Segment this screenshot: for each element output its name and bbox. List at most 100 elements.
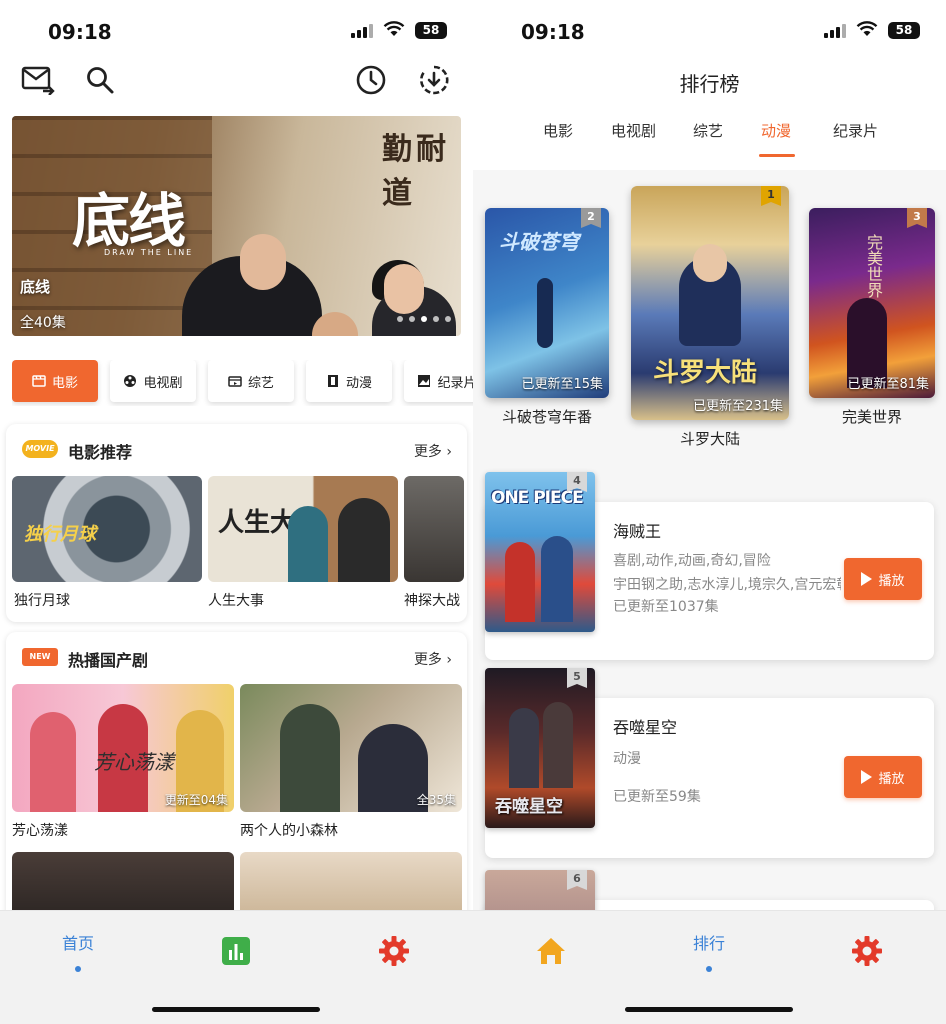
tab-home[interactable]: 首页 bbox=[18, 911, 138, 991]
drama-poster[interactable]: 全35集 bbox=[240, 684, 462, 812]
tab-label: 排行 bbox=[692, 934, 725, 953]
podium-title: 斗破苍穹年番 bbox=[501, 408, 592, 426]
movie-poster[interactable]: 人生大事 bbox=[208, 476, 398, 582]
podium-poster-2[interactable]: 斗破苍穹 2 已更新至15集 bbox=[485, 208, 609, 398]
poster-art-text: 斗破苍穹 bbox=[499, 230, 579, 254]
chart-icon bbox=[222, 937, 250, 965]
section-header: NEW 热播国产剧 更多 › bbox=[22, 646, 452, 670]
status-bar: 09:18 58 bbox=[0, 0, 473, 60]
category-anime[interactable]: 动漫 bbox=[306, 360, 392, 402]
play-button[interactable]: 播放 bbox=[844, 756, 922, 798]
category-movie[interactable]: 电影 bbox=[12, 360, 98, 402]
podium-title: 斗罗大陆 bbox=[679, 430, 740, 448]
rank-item-5[interactable]: 吞噬星空 5 吞噬星空 动漫 已更新至59集 播放 bbox=[485, 668, 934, 858]
episode-tag: 已更新至15集 bbox=[521, 377, 603, 392]
tab-movie[interactable]: 电影 bbox=[543, 120, 573, 141]
category-documentary[interactable]: 纪录片 bbox=[404, 360, 473, 402]
carousel-dot[interactable] bbox=[397, 316, 403, 322]
rank-title: 吞噬星空 bbox=[613, 718, 678, 737]
play-label: 播放 bbox=[878, 771, 905, 787]
home-screen: 09:18 58 勤耐道 底线 DRAW THE LINE 底线 全40集 电影… bbox=[0, 0, 473, 1024]
poster-art-text: 独行月球 bbox=[24, 524, 96, 545]
carousel-dots[interactable] bbox=[397, 316, 451, 322]
hot-drama-section: NEW 热播国产剧 更多 › 芳心荡漾 更新至04集 芳心荡漾 全35集 两个人… bbox=[6, 632, 467, 922]
category-bar: 电影 电视剧 综艺 动漫 纪录片 bbox=[12, 360, 473, 406]
tab-label: 首页 bbox=[61, 934, 94, 953]
history-clock-icon[interactable] bbox=[353, 62, 389, 98]
tab-rank[interactable] bbox=[176, 911, 296, 991]
tab-tv[interactable]: 电视剧 bbox=[611, 120, 656, 141]
poster-art-text: 完美世界 bbox=[864, 234, 883, 298]
tab-documentary[interactable]: 纪录片 bbox=[833, 120, 878, 141]
banner-art-title: 底线 bbox=[72, 187, 186, 255]
rank-genres: 喜剧,动作,动画,奇幻,冒险 bbox=[613, 553, 771, 569]
hero-banner[interactable]: 勤耐道 底线 DRAW THE LINE 底线 全40集 bbox=[12, 116, 461, 336]
drama-title: 两个人的小森林 bbox=[240, 823, 338, 839]
rank-badge: 5 bbox=[567, 668, 587, 688]
podium-title: 完美世界 bbox=[841, 408, 902, 426]
search-icon[interactable] bbox=[82, 62, 118, 98]
carousel-dot[interactable] bbox=[445, 316, 451, 322]
battery-indicator: 58 bbox=[888, 22, 920, 39]
play-icon bbox=[861, 572, 873, 586]
ranking-tabs: 电影 电视剧 综艺 动漫 纪录片 bbox=[473, 120, 946, 164]
home-indicator[interactable] bbox=[152, 1007, 320, 1012]
rank-genres: 动漫 bbox=[613, 751, 641, 767]
tab-home[interactable] bbox=[491, 911, 611, 991]
home-indicator[interactable] bbox=[625, 1007, 793, 1012]
battery-indicator: 58 bbox=[415, 22, 447, 39]
tab-settings[interactable] bbox=[807, 911, 927, 991]
movie-badge: MOVIE bbox=[22, 440, 58, 458]
banner-figure-head bbox=[240, 234, 286, 290]
carousel-dot[interactable] bbox=[433, 316, 439, 322]
tab-variety[interactable]: 综艺 bbox=[693, 120, 723, 141]
active-tab-dot bbox=[706, 966, 712, 972]
movie-icon bbox=[32, 375, 46, 387]
tv-icon bbox=[124, 375, 137, 387]
section-title: 热播国产剧 bbox=[68, 651, 149, 670]
status-bar: 09:18 58 bbox=[473, 0, 946, 60]
drama-poster[interactable]: 芳心荡漾 更新至04集 bbox=[12, 684, 234, 812]
image-icon bbox=[418, 375, 431, 387]
top-toolbar bbox=[0, 62, 473, 102]
category-tv[interactable]: 电视剧 bbox=[110, 360, 196, 402]
rank-thumb: 6 bbox=[485, 870, 595, 910]
category-variety[interactable]: 综艺 bbox=[208, 360, 294, 402]
wifi-icon bbox=[383, 21, 405, 41]
carousel-dot[interactable] bbox=[421, 316, 427, 322]
rank-item-4[interactable]: ONE PIECE 4 海贼王 喜剧,动作,动画,奇幻,冒险 宇田钢之助,志水淳… bbox=[485, 472, 934, 660]
more-link[interactable]: 更多 › bbox=[414, 649, 452, 669]
tab-rank[interactable]: 排行 bbox=[649, 911, 769, 991]
movie-poster[interactable] bbox=[404, 476, 464, 582]
active-tab-dot bbox=[75, 966, 81, 972]
tab-anime[interactable]: 动漫 bbox=[761, 120, 791, 141]
rank-badge: 1 bbox=[761, 186, 781, 206]
download-icon[interactable] bbox=[416, 62, 452, 98]
active-tab-underline bbox=[759, 154, 795, 157]
cellular-signal-icon bbox=[824, 24, 846, 38]
category-label: 综艺 bbox=[247, 375, 274, 391]
play-button[interactable]: 播放 bbox=[844, 558, 922, 600]
more-link[interactable]: 更多 › bbox=[414, 441, 452, 461]
variety-icon bbox=[228, 376, 242, 387]
podium-poster-1[interactable]: 斗罗大陆 1 已更新至231集 bbox=[631, 186, 789, 420]
poster-art-text: 芳心荡漾 bbox=[94, 750, 174, 774]
category-label: 电影 bbox=[51, 375, 78, 391]
movie-poster[interactable]: 独行月球 bbox=[12, 476, 202, 582]
play-label: 播放 bbox=[878, 573, 905, 589]
rank-badge: 3 bbox=[907, 208, 927, 228]
episode-tag: 已更新至231集 bbox=[693, 399, 783, 414]
mail-share-icon[interactable] bbox=[20, 62, 56, 98]
rank-status: 已更新至59集 bbox=[613, 789, 701, 805]
rank-badge: 2 bbox=[581, 208, 601, 228]
banner-art-subtitle: DRAW THE LINE bbox=[104, 248, 194, 257]
carousel-dot[interactable] bbox=[409, 316, 415, 322]
tab-settings[interactable] bbox=[334, 911, 454, 991]
rank-item-6[interactable]: 6 bbox=[485, 870, 934, 910]
podium-poster-3[interactable]: 完美世界 3 已更新至81集 bbox=[809, 208, 935, 398]
rank-cast: 宇田钢之助,志水淳儿,境宗久,宫元宏彰 bbox=[613, 577, 841, 593]
cellular-signal-icon bbox=[351, 24, 373, 38]
section-header: MOVIE 电影推荐 更多 › bbox=[22, 438, 452, 462]
more-label: 更多 bbox=[413, 652, 442, 668]
rank-thumb: 吞噬星空 5 bbox=[485, 668, 595, 828]
